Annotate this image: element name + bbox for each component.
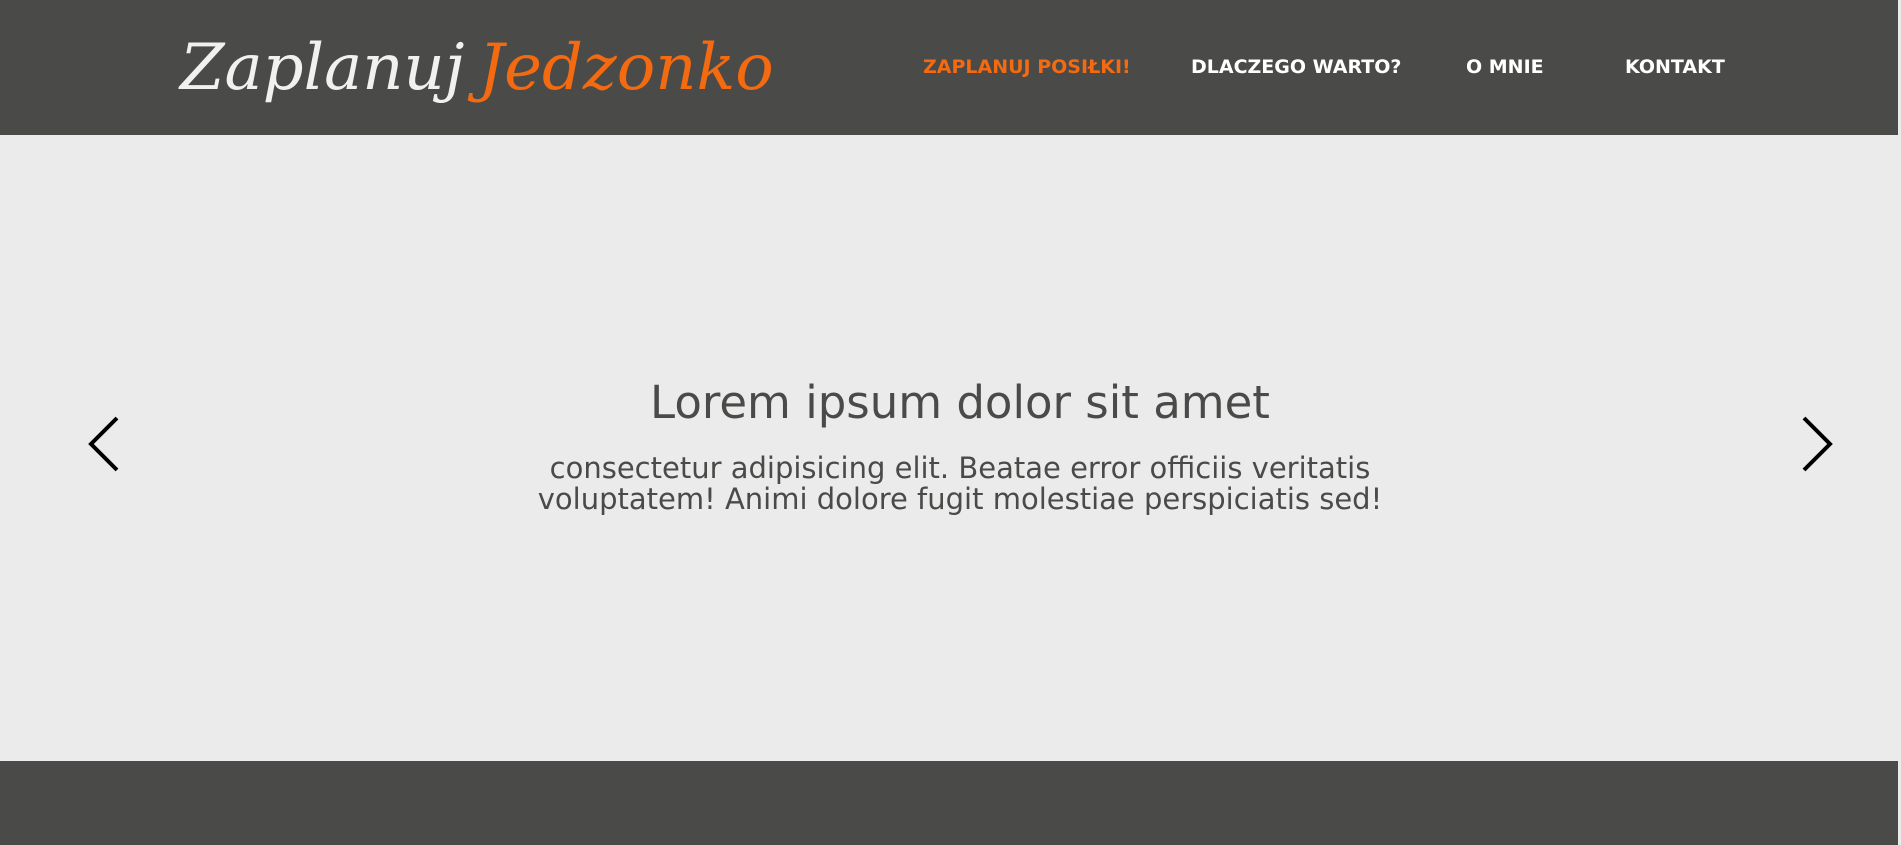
main-nav: ZAPLANUJ POSIŁKI! DLACZEGO WARTO? O MNIE…	[0, 0, 1898, 135]
page: Zaplanuj Jedzonko ZAPLANUJ POSIŁKI! DLAC…	[0, 0, 1901, 845]
nav-link-kontakt[interactable]: KONTAKT	[1625, 54, 1725, 80]
hero-slider: Lorem ipsum dolor sit amet consectetur a…	[0, 135, 1898, 761]
slider-next-button[interactable]	[1796, 414, 1836, 474]
nav-link-o-mnie[interactable]: O MNIE	[1466, 54, 1544, 80]
nav-link-zaplanuj-posilki[interactable]: ZAPLANUJ POSIŁKI!	[923, 54, 1131, 80]
slide-title: Lorem ipsum dolor sit amet	[650, 376, 1270, 429]
chevron-right-icon	[1802, 416, 1833, 472]
nav-link-dlaczego-warto[interactable]: DLACZEGO WARTO?	[1191, 54, 1401, 80]
site-header: Zaplanuj Jedzonko ZAPLANUJ POSIŁKI! DLAC…	[0, 0, 1898, 135]
slide-text: consectetur adipisicing elit. Beatae err…	[537, 451, 1383, 516]
site-footer	[0, 761, 1898, 845]
